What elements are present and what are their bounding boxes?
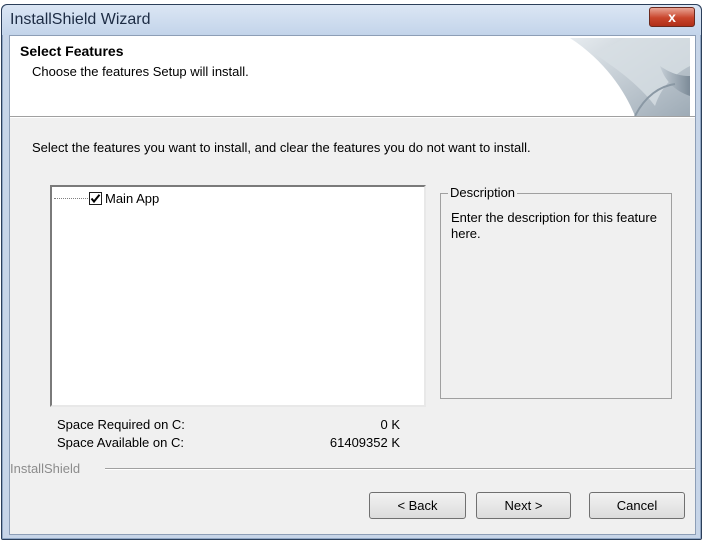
back-button[interactable]: < Back: [369, 492, 466, 519]
tree-connector: [54, 198, 88, 199]
banner-graphic-icon: [570, 38, 690, 116]
space-available-label: Space Available on C:: [57, 435, 184, 450]
brand-divider: [105, 468, 695, 470]
wizard-header: Select Features Choose the features Setu…: [10, 36, 695, 116]
next-button[interactable]: Next >: [476, 492, 571, 519]
tree-item-label: Main App: [105, 191, 160, 206]
space-required-label: Space Required on C:: [57, 417, 185, 432]
instruction-text: Select the features you want to install,…: [32, 140, 531, 155]
installshield-window: InstallShield Wizard x Select Features C…: [1, 4, 702, 540]
window-title: InstallShield Wizard: [10, 11, 151, 28]
title-bar[interactable]: InstallShield Wizard x: [2, 5, 701, 35]
cancel-button[interactable]: Cancel: [589, 492, 685, 519]
space-required-value: 0 K: [380, 417, 400, 432]
main-app-checkbox[interactable]: [89, 192, 102, 205]
installshield-brand: InstallShield: [10, 461, 81, 476]
page-title: Select Features: [20, 43, 124, 59]
close-icon: x: [668, 9, 676, 25]
description-legend: Description: [448, 185, 518, 200]
description-groupbox: Description Enter the description for th…: [440, 185, 672, 399]
header-divider: [10, 116, 695, 118]
space-available-value: 61409352 K: [329, 435, 400, 450]
page-subtitle: Choose the features Setup will install.: [32, 64, 249, 79]
tree-item-main-app[interactable]: Main App: [54, 191, 159, 206]
wizard-body: Select Features Choose the features Setu…: [9, 35, 696, 535]
feature-tree[interactable]: Main App: [50, 185, 426, 407]
close-button[interactable]: x: [649, 7, 695, 27]
description-text: Enter the description for this feature h…: [451, 210, 657, 241]
checkmark-icon: [90, 194, 101, 204]
